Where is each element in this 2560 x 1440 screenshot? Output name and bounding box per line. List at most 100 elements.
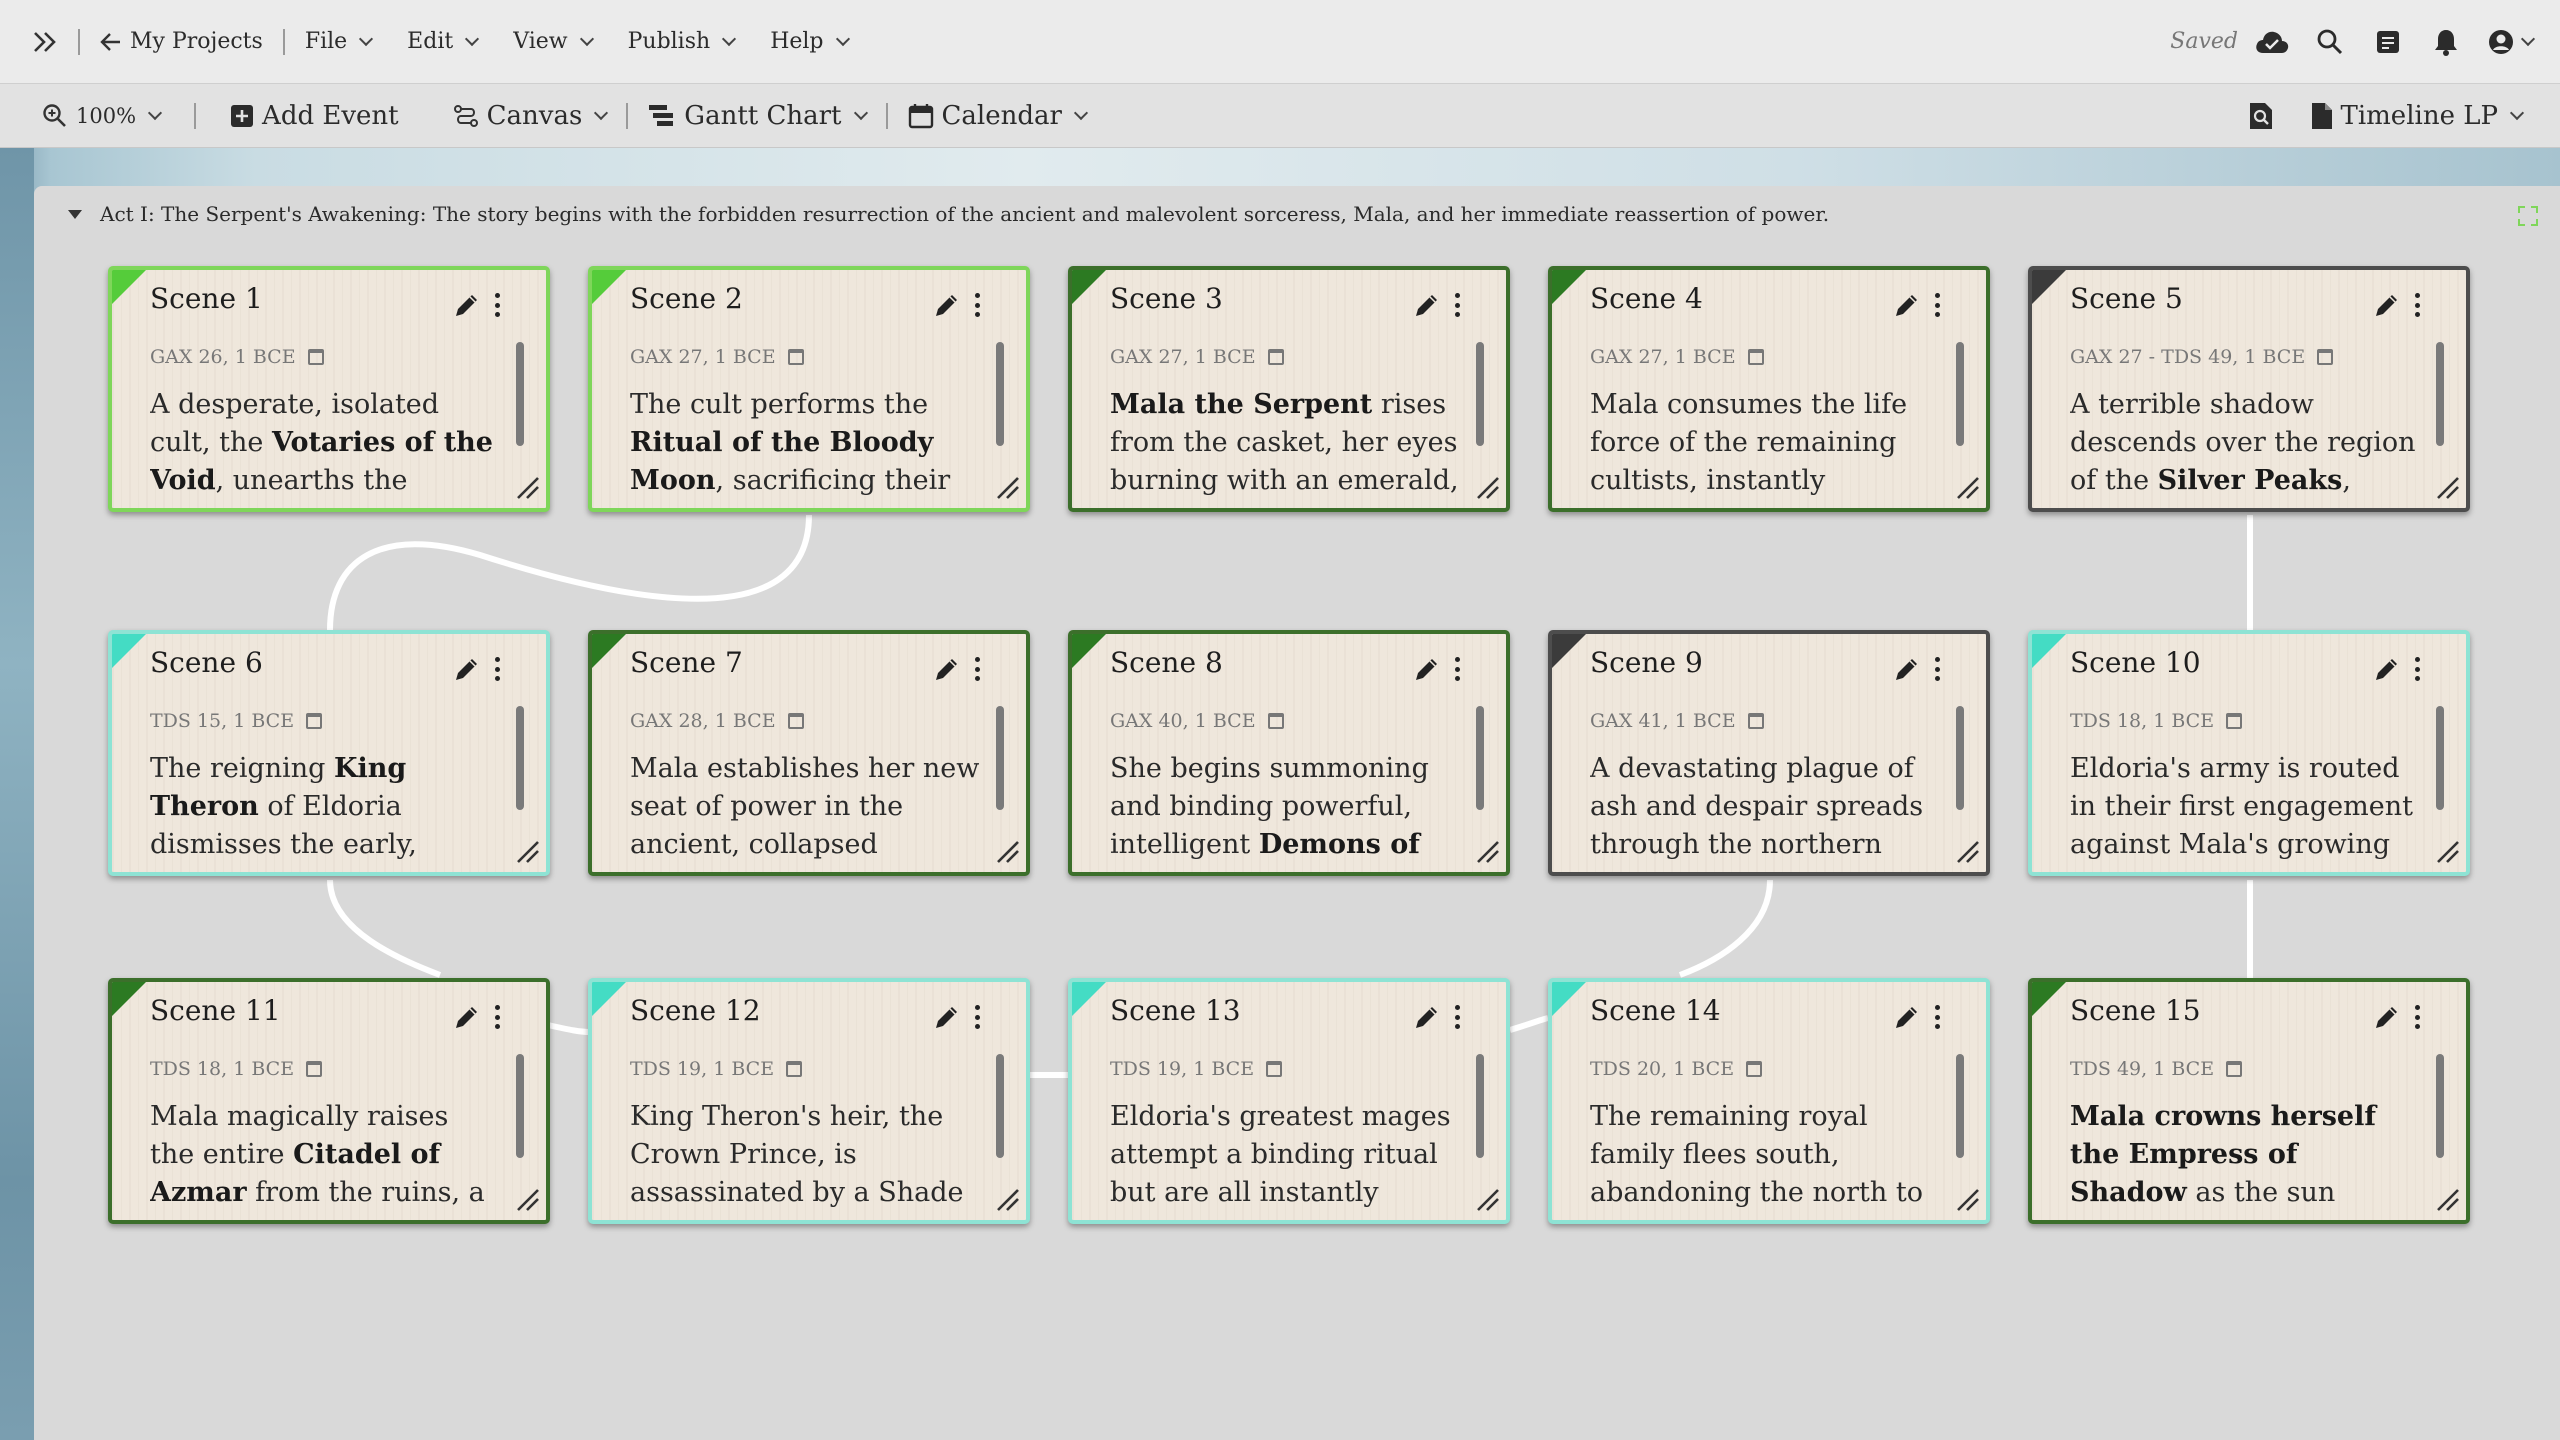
edit-pencil-icon[interactable] <box>1412 654 1442 684</box>
edit-pencil-icon[interactable] <box>932 290 962 320</box>
edit-pencil-icon[interactable] <box>1892 1002 1922 1032</box>
edit-pencil-icon[interactable] <box>452 290 482 320</box>
more-options-icon[interactable] <box>490 1002 504 1032</box>
edit-pencil-icon[interactable] <box>2372 1002 2402 1032</box>
scene-card[interactable]: Scene 3 GAX 27, 1 BCE Mala the Serpent ris… <box>1068 266 1510 512</box>
resize-handle-icon[interactable] <box>1954 1186 1980 1212</box>
scrollbar[interactable] <box>1956 342 1964 446</box>
menu-view[interactable]: View <box>501 12 603 72</box>
edit-pencil-icon[interactable] <box>2372 290 2402 320</box>
scene-card[interactable]: Scene 2 GAX 27, 1 BCE The cult performs th… <box>588 266 1030 512</box>
scrollbar[interactable] <box>1956 1054 1964 1158</box>
scene-card[interactable]: Scene 1 GAX 26, 1 BCE A desperate, isolate… <box>108 266 550 512</box>
more-options-icon[interactable] <box>1930 654 1944 684</box>
scene-card[interactable]: Scene 13 TDS 19, 1 BCE Eldoria's greatest … <box>1068 978 1510 1224</box>
resize-handle-icon[interactable] <box>1474 474 1500 500</box>
scrollbar[interactable] <box>1476 706 1484 810</box>
scene-card[interactable]: Scene 15 TDS 49, 1 BCE Mala crowns herself… <box>2028 978 2470 1224</box>
scrollbar[interactable] <box>2436 342 2444 446</box>
more-options-icon[interactable] <box>1930 290 1944 320</box>
canvas-view-button[interactable]: Canvas <box>441 90 619 142</box>
menu-file[interactable]: File <box>293 12 383 72</box>
calendar-icon[interactable] <box>787 713 804 729</box>
scene-card[interactable]: Scene 9 GAX 41, 1 BCE A devastating plague… <box>1548 630 1990 876</box>
find-in-document-button[interactable] <box>2237 92 2285 140</box>
edit-pencil-icon[interactable] <box>2372 654 2402 684</box>
resize-handle-icon[interactable] <box>994 838 1020 864</box>
calendar-view-button[interactable]: Calendar <box>896 90 1098 142</box>
gantt-chart-button[interactable]: Gantt Chart <box>636 90 877 142</box>
more-options-icon[interactable] <box>1450 1002 1464 1032</box>
edit-pencil-icon[interactable] <box>932 654 962 684</box>
edit-pencil-icon[interactable] <box>1412 290 1442 320</box>
scrollbar[interactable] <box>516 1054 524 1158</box>
cloud-saved-button[interactable] <box>2248 18 2296 66</box>
scrollbar[interactable] <box>1476 1054 1484 1158</box>
scrollbar[interactable] <box>516 706 524 810</box>
zoom-select[interactable]: 100% <box>30 90 172 142</box>
more-options-icon[interactable] <box>970 654 984 684</box>
scene-card[interactable]: Scene 5 GAX 27 - TDS 49, 1 BCE A terrible … <box>2028 266 2470 512</box>
scrollbar[interactable] <box>2436 706 2444 810</box>
menu-edit[interactable]: Edit <box>395 12 489 72</box>
scrollbar[interactable] <box>996 342 1004 446</box>
scrollbar[interactable] <box>1956 706 1964 810</box>
calendar-icon[interactable] <box>786 1061 803 1077</box>
resize-handle-icon[interactable] <box>514 474 540 500</box>
scrollbar[interactable] <box>516 342 524 446</box>
scene-card[interactable]: Scene 8 GAX 40, 1 BCE She begins summoning… <box>1068 630 1510 876</box>
search-button[interactable] <box>2306 18 2354 66</box>
scene-card[interactable]: Scene 14 TDS 20, 1 BCE The remaining royal… <box>1548 978 1990 1224</box>
resize-handle-icon[interactable] <box>1954 838 1980 864</box>
more-options-icon[interactable] <box>2410 290 2424 320</box>
edit-pencil-icon[interactable] <box>452 654 482 684</box>
notes-button[interactable] <box>2364 18 2412 66</box>
menu-help[interactable]: Help <box>758 12 859 72</box>
my-projects-link[interactable]: My Projects <box>88 12 275 72</box>
scene-card[interactable]: Scene 10 TDS 18, 1 BCE Eldoria's army is r… <box>2028 630 2470 876</box>
edit-pencil-icon[interactable] <box>932 1002 962 1032</box>
calendar-icon[interactable] <box>306 1061 323 1077</box>
scene-card[interactable]: Scene 12 TDS 19, 1 BCE King Theron's heir,… <box>588 978 1030 1224</box>
more-options-icon[interactable] <box>2410 1002 2424 1032</box>
collapse-caret-icon[interactable] <box>68 209 82 219</box>
calendar-icon[interactable] <box>787 349 804 365</box>
resize-handle-icon[interactable] <box>2434 838 2460 864</box>
resize-handle-icon[interactable] <box>2434 474 2460 500</box>
fullscreen-icon[interactable] <box>2518 206 2538 226</box>
resize-handle-icon[interactable] <box>2434 1186 2460 1212</box>
calendar-icon[interactable] <box>1266 1061 1283 1077</box>
resize-handle-icon[interactable] <box>514 1186 540 1212</box>
more-options-icon[interactable] <box>970 290 984 320</box>
timeline-select[interactable]: Timeline LP <box>2299 90 2535 142</box>
scrollbar[interactable] <box>2436 1054 2444 1158</box>
edit-pencil-icon[interactable] <box>1892 290 1922 320</box>
calendar-icon[interactable] <box>2226 1061 2243 1077</box>
more-options-icon[interactable] <box>490 654 504 684</box>
scrollbar[interactable] <box>996 1054 1004 1158</box>
calendar-icon[interactable] <box>1747 713 1764 729</box>
menu-publish[interactable]: Publish <box>616 12 747 72</box>
calendar-icon[interactable] <box>306 713 323 729</box>
calendar-icon[interactable] <box>2226 713 2243 729</box>
resize-handle-icon[interactable] <box>1474 838 1500 864</box>
resize-handle-icon[interactable] <box>1474 1186 1500 1212</box>
resize-handle-icon[interactable] <box>1954 474 1980 500</box>
calendar-icon[interactable] <box>307 349 324 365</box>
scene-card[interactable]: Scene 6 TDS 15, 1 BCE The reigning King Th… <box>108 630 550 876</box>
calendar-icon[interactable] <box>1267 349 1284 365</box>
scrollbar[interactable] <box>996 706 1004 810</box>
calendar-icon[interactable] <box>2317 349 2334 365</box>
scrollbar[interactable] <box>1476 342 1484 446</box>
notifications-button[interactable] <box>2422 18 2470 66</box>
resize-handle-icon[interactable] <box>994 474 1020 500</box>
more-options-icon[interactable] <box>970 1002 984 1032</box>
more-options-icon[interactable] <box>1450 290 1464 320</box>
more-options-icon[interactable] <box>490 290 504 320</box>
account-menu-button[interactable] <box>2480 18 2540 66</box>
more-options-icon[interactable] <box>2410 654 2424 684</box>
calendar-icon[interactable] <box>1747 349 1764 365</box>
edit-pencil-icon[interactable] <box>452 1002 482 1032</box>
resize-handle-icon[interactable] <box>994 1186 1020 1212</box>
calendar-icon[interactable] <box>1746 1061 1763 1077</box>
